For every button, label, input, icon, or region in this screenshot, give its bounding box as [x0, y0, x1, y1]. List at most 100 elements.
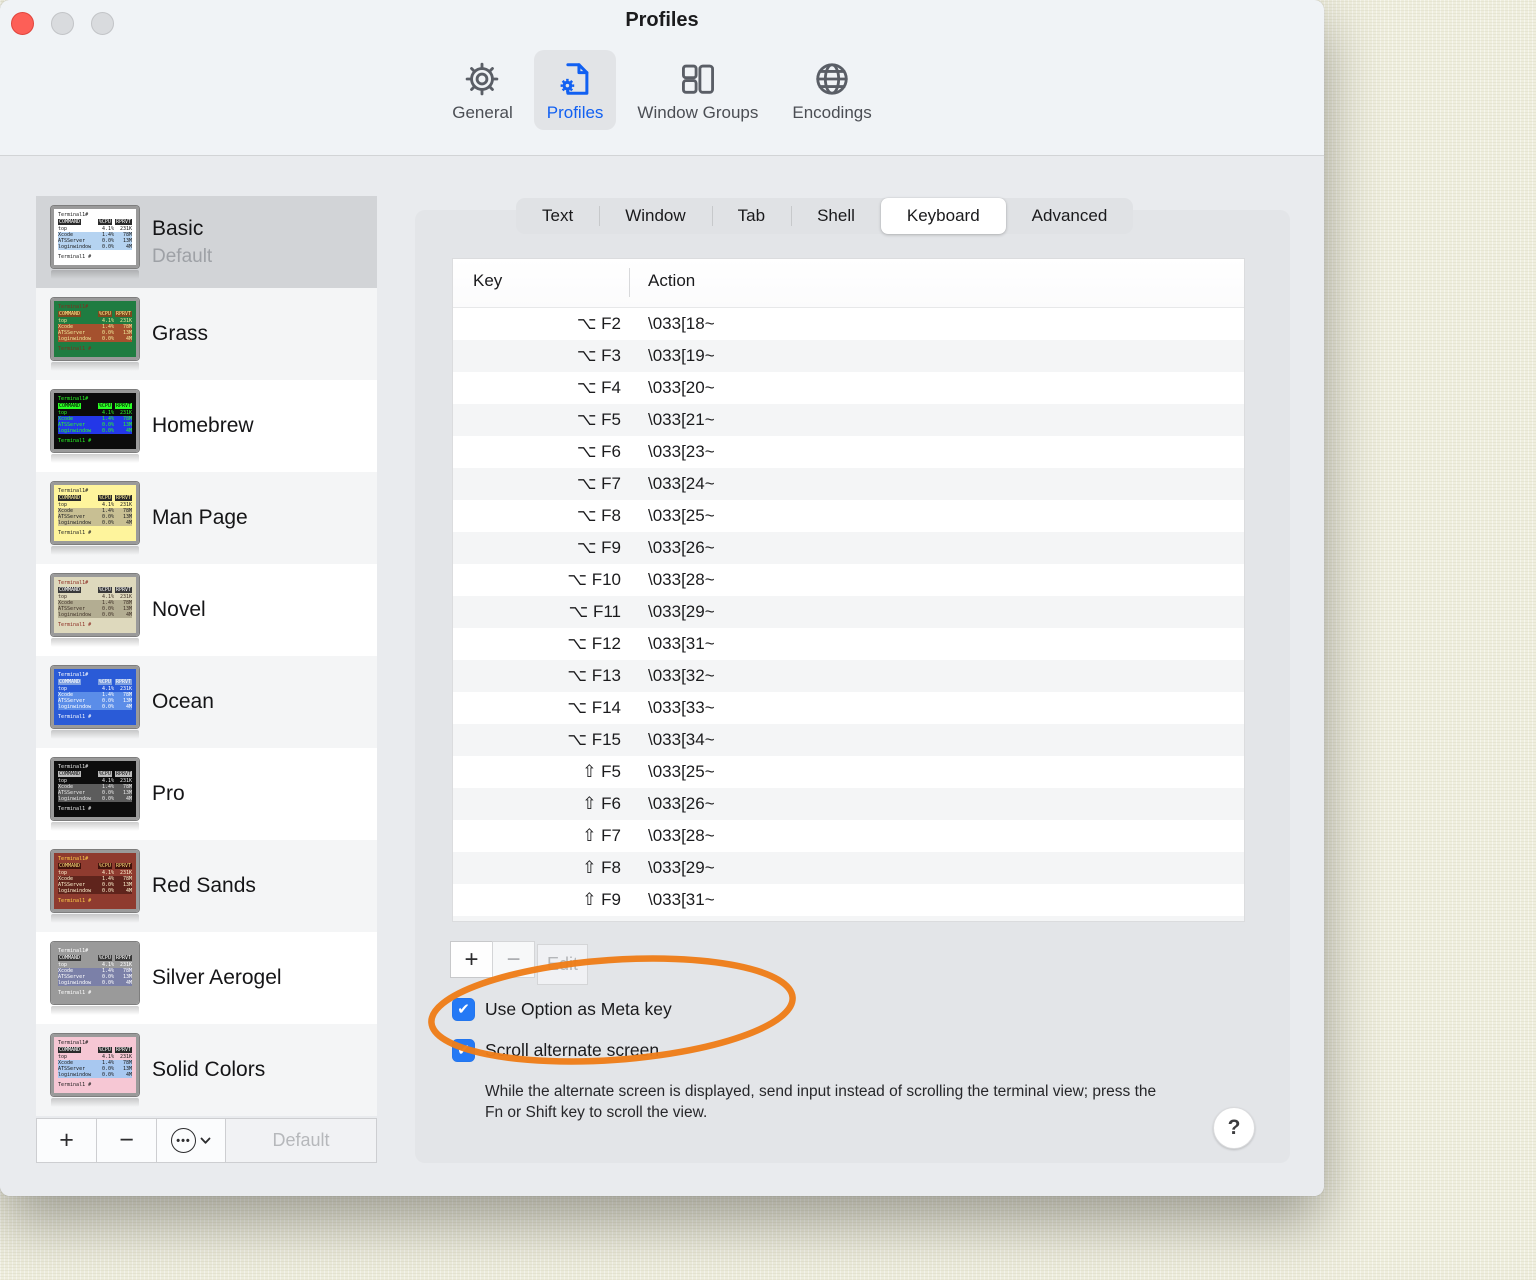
shortcut-key: ⇧ F8: [582, 858, 621, 877]
profile-actions-menu-button[interactable]: •••: [156, 1118, 226, 1163]
shortcut-action: \033[23~: [648, 442, 715, 461]
set-default-button[interactable]: Default: [225, 1118, 377, 1163]
tab-text[interactable]: Text: [516, 198, 599, 234]
profile-list: Terminal1# COMMAND %CPU RPRVT top 4.1% 231K Xco…: [36, 196, 377, 1116]
action-column-header: Action: [648, 271, 696, 290]
checkbox-label: Scroll alternate screen: [485, 1039, 660, 1060]
shortcut-row[interactable]: ⌥ F13 \033[32~: [453, 660, 1244, 692]
profile-name: Solid Colors: [152, 1058, 266, 1081]
help-button[interactable]: ?: [1213, 1107, 1255, 1149]
shortcut-row[interactable]: ⌥ F12 \033[31~: [453, 628, 1244, 660]
profile-thumbnail: Terminal1# COMMAND %CPU RPRVT top 4.1% 231K Xco…: [51, 665, 139, 739]
shortcut-action: \033[29~: [648, 858, 715, 877]
shortcut-row[interactable]: ⌥ F15 \033[34~: [453, 724, 1244, 756]
profile-list-item-man-page[interactable]: Terminal1# COMMAND %CPU RPRVT top 4.1% 231K Xco…: [36, 472, 377, 564]
ellipsis-icon: •••: [171, 1128, 196, 1153]
profile-thumbnail: Terminal1# COMMAND %CPU RPRVT top 4.1% 231K Xco…: [51, 481, 139, 555]
profile-thumbnail: Terminal1# COMMAND %CPU RPRVT top 4.1% 231K Xco…: [51, 297, 139, 371]
toolbar-item-profiles[interactable]: Profiles: [533, 50, 617, 130]
keyboard-shortcuts-table: Key Action ⌥ F2 \033[18~ ⌥ F3 \033[19~ ⌥…: [452, 258, 1245, 922]
toolbar-item-window-groups[interactable]: Window Groups: [624, 50, 771, 130]
profile-list-item-basic[interactable]: Terminal1# COMMAND %CPU RPRVT top 4.1% 231K Xco…: [36, 196, 377, 288]
tab-keyboard[interactable]: Keyboard: [880, 198, 1006, 234]
shortcut-action: \033[25~: [648, 506, 715, 525]
shortcut-row[interactable]: ⌥ F5 \033[21~: [453, 404, 1244, 436]
profile-list-item-pro[interactable]: Terminal1# COMMAND %CPU RPRVT top 4.1% 231K Xco…: [36, 748, 377, 840]
shortcut-action: \033[20~: [648, 378, 715, 397]
shortcut-key: ⌥ F15: [567, 730, 621, 749]
terminal-preferences-window: Profiles General Profiles Window Groups …: [0, 0, 1324, 1196]
profile-name: Silver Aerogel: [152, 966, 282, 989]
toolbar-item-encodings[interactable]: Encodings: [779, 50, 884, 130]
shortcut-key: ⌥ F12: [567, 634, 621, 653]
shortcut-row[interactable]: ⌥ F6 \033[23~: [453, 436, 1244, 468]
checkbox-checked-icon[interactable]: ✔: [452, 1038, 475, 1062]
remove-profile-button[interactable]: −: [96, 1118, 157, 1163]
remove-shortcut-button[interactable]: −: [492, 941, 535, 978]
tab-advanced[interactable]: Advanced: [1006, 198, 1134, 234]
shortcut-row[interactable]: ⌥ F8 \033[25~: [453, 500, 1244, 532]
checkbox-checked-icon[interactable]: ✔: [452, 997, 475, 1021]
profile-list-item-solid-colors[interactable]: Terminal1# COMMAND %CPU RPRVT top 4.1% 231K Xco…: [36, 1024, 377, 1116]
shortcut-row[interactable]: ⇧ F5 \033[25~: [453, 756, 1244, 788]
shortcut-key: ⇧ F9: [582, 890, 621, 909]
shortcut-row[interactable]: ⌥ F11 \033[29~: [453, 596, 1244, 628]
table-body: ⌥ F2 \033[18~ ⌥ F3 \033[19~ ⌥ F4 \033[20…: [453, 308, 1244, 921]
toolbar-item-general[interactable]: General: [439, 50, 525, 130]
profile-name: Pro: [152, 782, 185, 805]
window-title: Profiles: [625, 9, 699, 31]
shortcut-row[interactable]: ⌥ F7 \033[24~: [453, 468, 1244, 500]
tab-window[interactable]: Window: [599, 198, 711, 234]
profile-list-item-red-sands[interactable]: Terminal1# COMMAND %CPU RPRVT top 4.1% 231K Xco…: [36, 840, 377, 932]
shortcut-key: ⇧ F7: [582, 826, 621, 845]
profile-name: Red Sands: [152, 874, 256, 897]
add-shortcut-button[interactable]: +: [450, 941, 493, 978]
profile-thumbnail: Terminal1# COMMAND %CPU RPRVT top 4.1% 231K Xco…: [51, 757, 139, 831]
tab-tab[interactable]: Tab: [711, 198, 791, 234]
thumbnail-reflection: [51, 637, 139, 647]
table-header: Key Action: [453, 259, 1244, 308]
profile-list-item-homebrew[interactable]: Terminal1# COMMAND %CPU RPRVT top 4.1% 231K Xco…: [36, 380, 377, 472]
profiles-doc-icon: [560, 63, 589, 95]
profile-thumbnail: Terminal1# COMMAND %CPU RPRVT top 4.1% 231K Xco…: [51, 389, 139, 463]
shortcut-row[interactable]: ⌥ F9 \033[26~: [453, 532, 1244, 564]
profile-tabs: Text Window Tab Shell Keyboard Advanced: [516, 198, 1134, 234]
profile-name: Man Page: [152, 506, 248, 529]
profile-list-item-silver-aerogel[interactable]: Terminal1# COMMAND %CPU RPRVT top 4.1% 231K Xco…: [36, 932, 377, 1024]
checkbox-label: Use Option as Meta key: [485, 998, 672, 1019]
shortcut-key: ⌥ F6: [576, 442, 621, 461]
shortcut-row[interactable]: ⇧ F9 \033[31~: [453, 884, 1244, 916]
profile-list-item-grass[interactable]: Terminal1# COMMAND %CPU RPRVT top 4.1% 231K Xco…: [36, 288, 377, 380]
shortcut-action: \033[26~: [648, 538, 715, 557]
thumbnail-reflection: [51, 729, 139, 739]
preferences-toolbar: General Profiles Window Groups Encodings: [0, 50, 1324, 130]
shortcut-row[interactable]: ⌥ F2 \033[18~: [453, 308, 1244, 340]
chevron-down-icon: [200, 1137, 211, 1144]
shortcut-row[interactable]: ⌥ F4 \033[20~: [453, 372, 1244, 404]
shortcut-row[interactable]: ⌥ F3 \033[19~: [453, 340, 1244, 372]
shortcut-action: \033[32~: [648, 666, 715, 685]
thumbnail-reflection: [51, 913, 139, 923]
shortcut-key: ⌥ F5: [576, 410, 621, 429]
shortcut-row[interactable]: ⌥ F14 \033[33~: [453, 692, 1244, 724]
shortcut-action: \033[31~: [648, 890, 715, 909]
profile-list-item-novel[interactable]: Terminal1# COMMAND %CPU RPRVT top 4.1% 231K Xco…: [36, 564, 377, 656]
tab-shell[interactable]: Shell: [791, 198, 881, 234]
shortcut-key: ⌥ F7: [576, 474, 621, 493]
shortcut-action: \033[26~: [648, 794, 715, 813]
key-column-header: Key: [473, 271, 503, 290]
shortcut-row[interactable]: ⇧ F7 \033[28~: [453, 820, 1244, 852]
shortcut-row[interactable]: ⇧ F8 \033[29~: [453, 852, 1244, 884]
profile-list-item-ocean[interactable]: Terminal1# COMMAND %CPU RPRVT top 4.1% 231K Xco…: [36, 656, 377, 748]
option-row-use-option-as-meta-key: ✔ Use Option as Meta key: [452, 997, 672, 1021]
desktop-background: Profiles General Profiles Window Groups …: [0, 0, 1536, 1280]
shortcut-row[interactable]: ⌥ F10 \033[28~: [453, 564, 1244, 596]
thumbnail-reflection: [51, 1005, 139, 1015]
column-divider: [629, 268, 630, 297]
shortcut-row[interactable]: ⇧ F6 \033[26~: [453, 788, 1244, 820]
edit-shortcut-button[interactable]: Edit: [537, 944, 588, 985]
add-profile-button[interactable]: +: [36, 1118, 97, 1163]
window-content: Terminal1# COMMAND %CPU RPRVT top 4.1% 231K Xco…: [0, 156, 1324, 1196]
shortcut-action: \033[33~: [648, 698, 715, 717]
thumbnail-reflection: [51, 545, 139, 555]
